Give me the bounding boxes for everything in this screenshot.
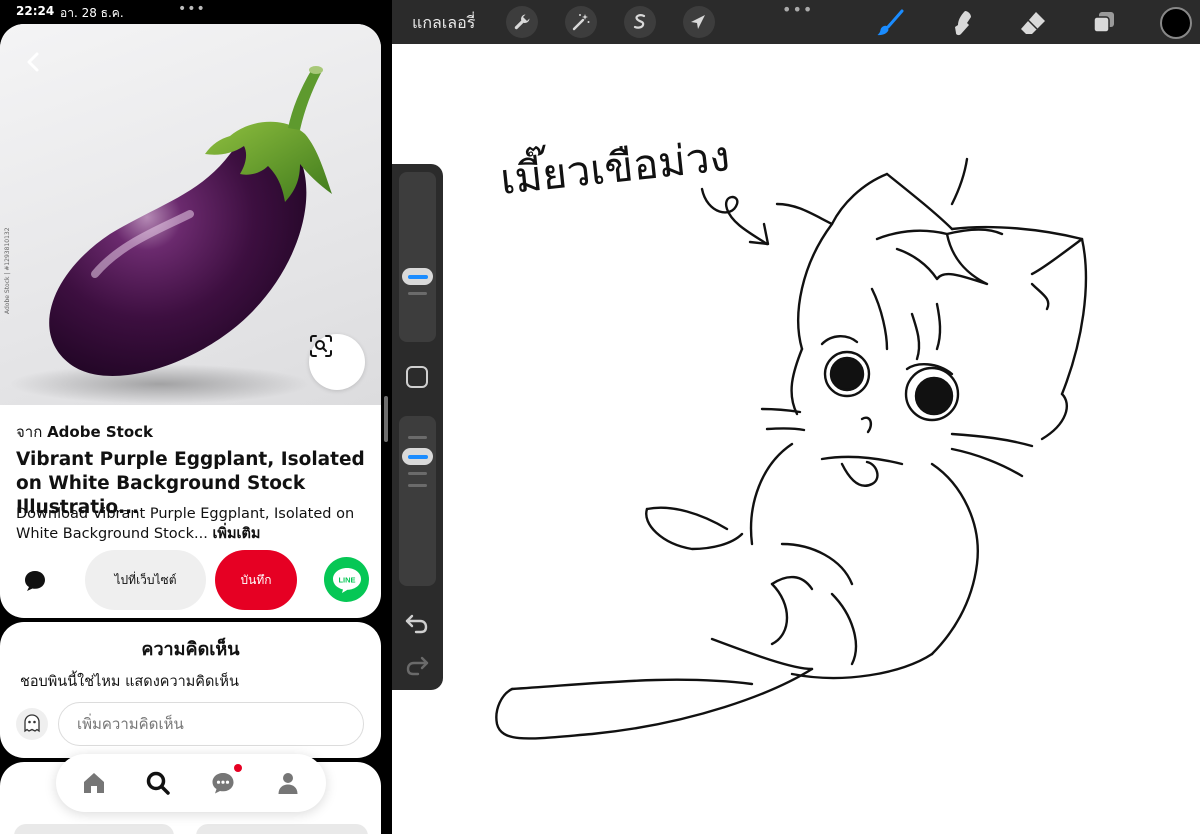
description-text: Download Vibrant Purple Eggplant, Isolat… — [16, 506, 355, 542]
brush-icon — [877, 9, 904, 36]
more-dots[interactable]: ••• — [782, 0, 813, 19]
multitasking-dots[interactable]: ••• — [178, 1, 206, 17]
home-icon — [84, 773, 104, 793]
lens-icon — [310, 335, 332, 357]
nav-profile[interactable] — [274, 769, 302, 797]
avatar — [16, 708, 48, 740]
line-icon: LINE — [332, 567, 361, 593]
more-link[interactable]: เพิ่มเติม — [212, 526, 260, 542]
selection-icon — [633, 14, 646, 29]
undo-icon — [405, 614, 428, 634]
comments-section: ความคิดเห็น ชอบพินนี้ใช่ไหม แสดงความคิดเ… — [0, 622, 381, 758]
profile-icon — [278, 773, 298, 794]
pin-image[interactable]: Adobe Stock | #1293810132 — [0, 24, 381, 405]
search-icon — [146, 771, 170, 795]
line-logo-text: LINE — [338, 575, 355, 584]
brush-size-slider[interactable] — [399, 172, 436, 342]
status-date: อา. 28 ธ.ค. — [60, 6, 124, 20]
image-watermark: Adobe Stock | #1293810132 — [4, 227, 11, 314]
related-pin-placeholder[interactable] — [196, 824, 368, 834]
nav-search[interactable] — [144, 769, 172, 797]
procreate-toolbar: แกลเลอรี่ ••• — [392, 0, 1200, 44]
transform-arrow-icon — [691, 15, 705, 29]
slider-tick — [408, 484, 427, 487]
opacity-knob[interactable] — [402, 448, 433, 465]
pin-description: Download Vibrant Purple Eggplant, Isolat… — [16, 504, 366, 544]
gallery-button[interactable]: แกลเลอรี่ — [412, 11, 475, 36]
back-button[interactable] — [18, 46, 50, 78]
status-time: 22:24 — [16, 4, 55, 18]
save-button[interactable]: บันทึก — [215, 550, 297, 610]
slider-tick — [408, 472, 427, 475]
brush-sidebar — [392, 164, 443, 690]
smudge-icon — [955, 11, 971, 36]
comment-input[interactable]: เพิ่มความคิดเห็น — [58, 702, 364, 746]
magic-wand-icon — [572, 14, 590, 31]
ghost-avatar-icon — [24, 714, 40, 733]
pinterest-pane: Adobe Stock | #1293810132 จาก Adobe Stoc… — [0, 24, 382, 834]
status-bar: 22:24 อา. 28 ธ.ค. ••• — [0, 0, 392, 24]
speech-bubble-icon — [25, 571, 45, 591]
eraser-tool[interactable] — [1018, 8, 1048, 38]
procreate-pane: แกลเลอรี่ ••• เมี๊ยวเขือม่วง — [392, 0, 1200, 834]
source-prefix: จาก — [16, 423, 43, 441]
messages-icon — [212, 773, 234, 794]
opacity-slider[interactable] — [399, 416, 436, 586]
nav-messages[interactable] — [209, 769, 237, 797]
notification-dot — [234, 764, 242, 772]
modify-button[interactable] — [406, 366, 428, 388]
comment-button[interactable] — [22, 568, 48, 594]
chevron-left-icon — [27, 52, 39, 72]
source-name[interactable]: Adobe Stock — [47, 423, 153, 441]
smudge-tool[interactable] — [947, 8, 977, 38]
cat-sketch: เมี๊ยวเขือม่วง — [495, 125, 1088, 740]
redo-icon — [406, 656, 429, 676]
visual-search-button[interactable] — [309, 334, 365, 390]
nav-home[interactable] — [80, 769, 108, 797]
bottom-navigation — [56, 754, 326, 812]
visit-site-button[interactable]: ไปที่เว็บไซต์ — [85, 550, 206, 610]
related-pin-placeholder[interactable] — [14, 824, 174, 834]
wrench-icon — [514, 14, 530, 30]
pin-source: จาก Adobe Stock — [16, 420, 153, 444]
sketch-caption: เมี๊ยวเขือม่วง — [497, 125, 732, 204]
redo-button[interactable] — [404, 652, 430, 678]
eraser-icon — [1021, 12, 1045, 34]
comments-prompt: ชอบพินนี้ใช่ไหม แสดงความคิดเห็น — [20, 674, 239, 690]
brush-size-knob[interactable] — [402, 268, 433, 285]
share-line-button[interactable]: LINE — [324, 557, 369, 602]
selection-button[interactable] — [624, 6, 656, 38]
layers-icon — [1093, 12, 1114, 33]
transform-button[interactable] — [683, 6, 715, 38]
color-picker[interactable] — [1160, 7, 1192, 39]
slider-tick — [408, 436, 427, 439]
adjustments-button[interactable] — [565, 6, 597, 38]
comments-title: ความคิดเห็น — [141, 639, 240, 660]
brush-tool[interactable] — [876, 8, 906, 38]
undo-button[interactable] — [404, 610, 430, 636]
actions-button[interactable] — [506, 6, 538, 38]
pin-card: Adobe Stock | #1293810132 จาก Adobe Stoc… — [0, 24, 381, 618]
slider-tick — [408, 292, 427, 295]
split-view-handle[interactable] — [384, 396, 388, 442]
drawing-canvas[interactable]: เมี๊ยวเขือม่วง — [392, 44, 1200, 834]
layers-button[interactable] — [1089, 8, 1119, 38]
